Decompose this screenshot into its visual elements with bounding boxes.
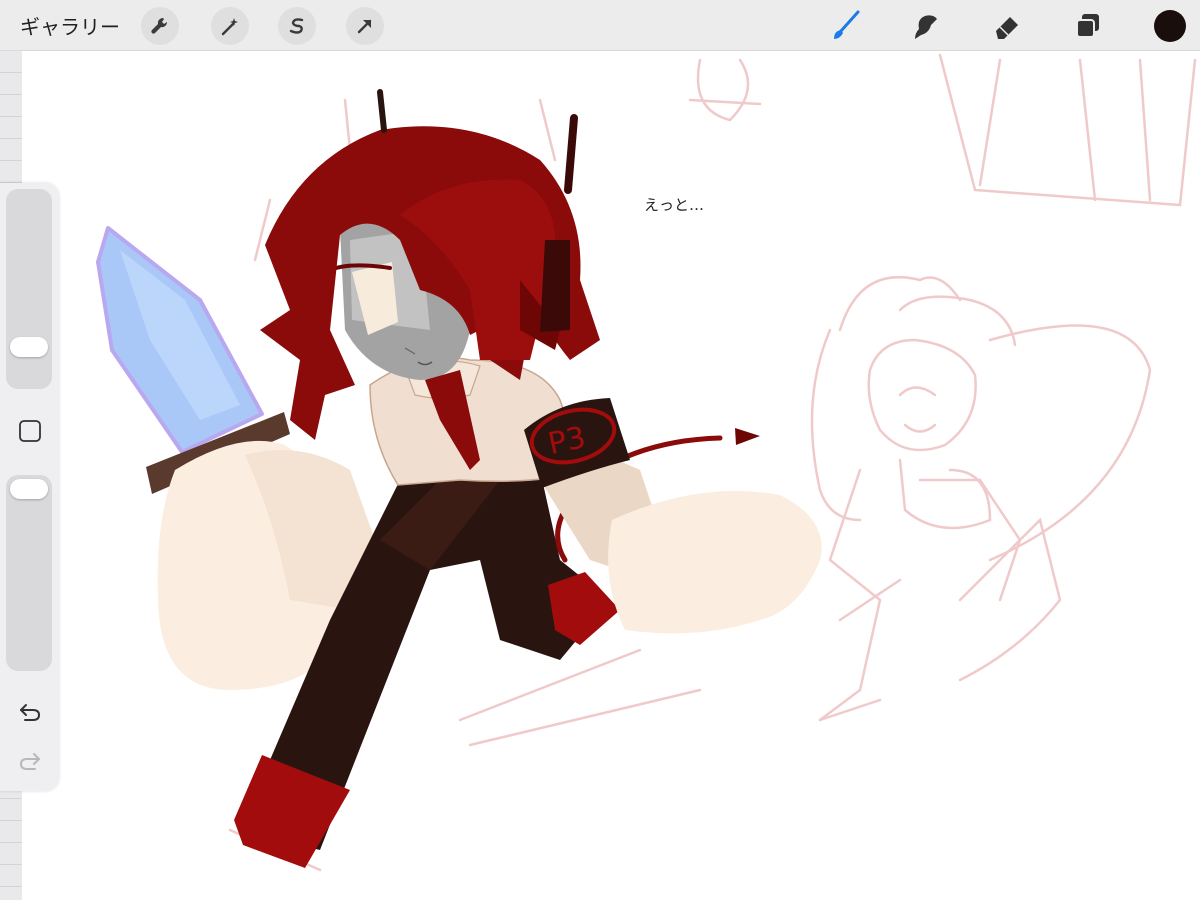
selection-button[interactable] bbox=[278, 7, 316, 45]
actions-button[interactable] bbox=[141, 7, 179, 45]
redo-icon bbox=[19, 753, 40, 770]
left-sidebar bbox=[0, 183, 59, 791]
brush-size-thumb[interactable] bbox=[10, 337, 48, 357]
top-toolbar: ギャラリー bbox=[0, 0, 1200, 51]
canvas-artwork[interactable]: P3 bbox=[0, 0, 1200, 900]
adjustments-button[interactable] bbox=[211, 7, 249, 45]
canvas-text-annotation: えっと… bbox=[644, 196, 705, 214]
right-sleeve bbox=[608, 490, 822, 634]
selection-s-icon bbox=[289, 18, 304, 34]
arrow-transform-icon bbox=[357, 19, 372, 34]
gallery-button[interactable]: ギャラリー bbox=[20, 11, 120, 40]
wrench-icon bbox=[151, 17, 168, 34]
smudge-tool[interactable] bbox=[906, 6, 946, 46]
opacity-slider[interactable] bbox=[6, 475, 52, 671]
undo-icon bbox=[20, 704, 41, 721]
color-picker-button[interactable] bbox=[1150, 6, 1190, 46]
undo-button[interactable] bbox=[14, 696, 46, 728]
layers-icon bbox=[1076, 14, 1099, 38]
transform-button[interactable] bbox=[346, 7, 384, 45]
brush-size-slider[interactable] bbox=[6, 189, 52, 389]
layers-button[interactable] bbox=[1068, 6, 1108, 46]
brush-icon bbox=[834, 10, 860, 39]
eraser-icon bbox=[996, 17, 1018, 39]
modify-button[interactable] bbox=[14, 415, 46, 447]
square-icon bbox=[19, 420, 41, 442]
current-color-swatch bbox=[1154, 10, 1186, 42]
opacity-thumb[interactable] bbox=[10, 479, 48, 499]
redo-button[interactable] bbox=[14, 745, 46, 777]
smudge-icon bbox=[915, 15, 937, 39]
brush-tool[interactable] bbox=[825, 6, 865, 46]
tail-tip bbox=[735, 428, 760, 445]
eraser-tool[interactable] bbox=[987, 6, 1027, 46]
magic-wand-icon bbox=[221, 18, 238, 36]
